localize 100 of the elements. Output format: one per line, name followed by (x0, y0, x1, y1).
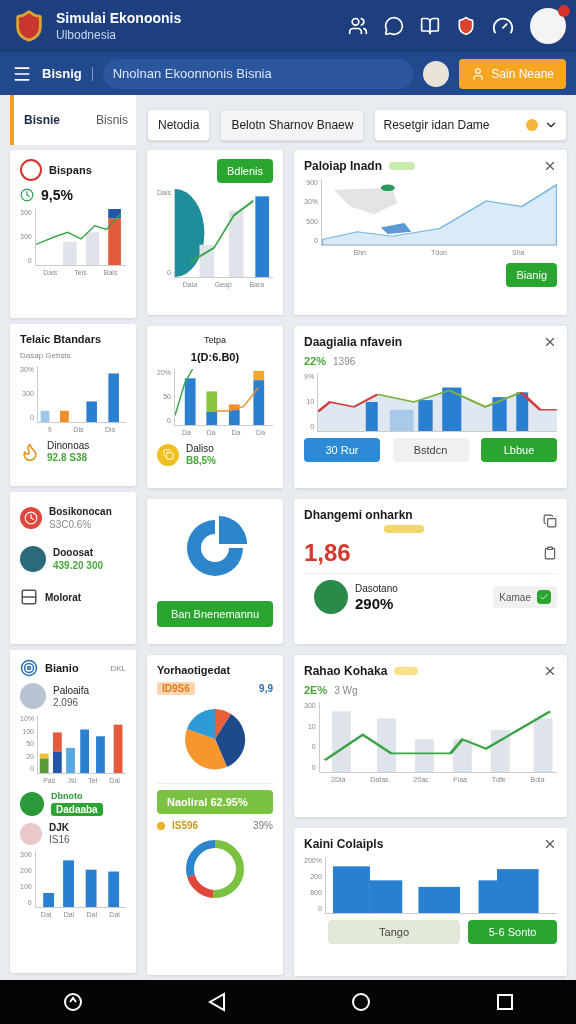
card-title: Tetpa (204, 335, 226, 345)
book-icon[interactable] (420, 16, 440, 36)
bar (492, 397, 507, 431)
card-subtitle: Dasap Gebsts (20, 351, 72, 360)
bar (533, 718, 553, 772)
close-icon[interactable] (543, 837, 557, 851)
coin-icon (526, 119, 538, 131)
avatar (20, 546, 46, 572)
legend-swatch (157, 821, 165, 830)
bar (331, 711, 351, 772)
pie-chart-drawing (183, 707, 247, 771)
stat-value: 1,86 (304, 539, 351, 567)
side-tab[interactable]: Bisnie (10, 95, 60, 145)
item-label: Molorat (45, 591, 82, 603)
card-note: DKL (110, 663, 126, 673)
close-icon[interactable] (543, 335, 557, 349)
bar (490, 730, 510, 772)
bar (516, 392, 529, 431)
donut-chart-drawing (183, 837, 247, 901)
trend-line (213, 386, 259, 412)
bar (418, 400, 433, 431)
bar (86, 401, 97, 422)
people-icon[interactable] (348, 16, 368, 36)
legend-label: IS596 (172, 820, 199, 831)
clock-icon (20, 188, 34, 202)
recent-apps-icon[interactable] (495, 993, 514, 1011)
toolbar-button[interactable]: Belotn Sharnov Bnaew (220, 109, 365, 141)
bar (332, 866, 370, 913)
bar (199, 244, 215, 277)
user-icon (471, 66, 486, 81)
shield-icon[interactable] (456, 16, 476, 36)
item-label: Dooosat (53, 547, 94, 558)
item-label: Bosikonocan (49, 506, 112, 517)
highlight-pill (384, 525, 424, 533)
status-chip[interactable]: Kamae (493, 586, 557, 608)
card-button[interactable]: 30 Rur (304, 438, 380, 462)
avatar (20, 683, 46, 709)
stat-value: 2E% (304, 684, 328, 696)
app-subtitle: Ulbodnesia (56, 28, 118, 42)
person-value: 2.096 (53, 696, 80, 708)
person-name: Paloaifa (53, 684, 90, 696)
item-label: DJK (49, 822, 70, 833)
stat-value: 9,5% (41, 187, 73, 203)
bar (85, 232, 99, 265)
bar (108, 373, 119, 422)
card-title: Telaic Btandars (20, 333, 103, 345)
bar (113, 724, 123, 773)
trend-line (175, 369, 194, 417)
avatar (314, 580, 348, 614)
stat-value: 92.8 S38 (47, 452, 89, 463)
card-title: Bispans (49, 164, 92, 176)
close-icon[interactable] (543, 159, 557, 173)
tag-pill (389, 162, 415, 170)
check-icon (537, 590, 551, 604)
stat-value: 1(D:6.B0) (190, 351, 240, 363)
bar (107, 871, 119, 907)
clipboard-icon[interactable] (543, 546, 557, 560)
stacked-bar (253, 370, 265, 425)
clock-icon (20, 507, 42, 529)
stacked-bar (228, 404, 240, 425)
card-title: Dhangemi onharkn (304, 508, 414, 522)
card-title: Yorhaotigedat (157, 664, 232, 676)
item-value: IS16 (49, 834, 70, 845)
stat-value: B8,5% (186, 455, 216, 466)
bar (369, 880, 403, 913)
chat-icon[interactable] (384, 16, 404, 36)
stat-note: 1396 (333, 355, 356, 367)
avatar (20, 822, 42, 845)
card-button[interactable]: Tango (328, 920, 461, 944)
bar (62, 860, 74, 907)
bar (228, 211, 244, 277)
avatar[interactable] (423, 60, 450, 87)
legend-value: 39% (253, 820, 273, 831)
search-field[interactable]: Nnolnan Ekoonnonis Bisnia (102, 58, 414, 89)
side-tab[interactable]: Bisnis (96, 95, 128, 145)
copy-icon[interactable] (543, 513, 557, 528)
home-icon[interactable] (350, 992, 371, 1012)
close-icon[interactable] (543, 664, 557, 678)
stat-label: Dinonoas (47, 440, 90, 451)
app-title: Simulai Ekonoonis (56, 10, 183, 26)
dropdown[interactable]: Resetgir idan Dame (374, 109, 567, 141)
section-label: Bisnig (42, 66, 82, 81)
toolbar-button[interactable]: Netodia (147, 109, 211, 141)
bar (66, 747, 75, 773)
item-value: 439.20 300 (53, 560, 104, 571)
tag-pill (394, 667, 419, 675)
back-icon[interactable] (207, 992, 226, 1012)
bar (418, 886, 460, 913)
stat-note: 3 Wg (334, 684, 358, 696)
trend-line (188, 199, 255, 264)
stacked-bar (206, 391, 218, 425)
card-button[interactable]: Bstdcn (392, 438, 469, 462)
bar (414, 739, 434, 772)
bar (80, 729, 90, 773)
bar (60, 410, 69, 422)
card-title: Paloiap Inadn (304, 159, 382, 173)
status-badge: Dadaaba (51, 803, 103, 816)
avatar[interactable] (530, 8, 566, 44)
bar (42, 893, 54, 907)
legend-tag: ID9S6 (157, 682, 195, 695)
